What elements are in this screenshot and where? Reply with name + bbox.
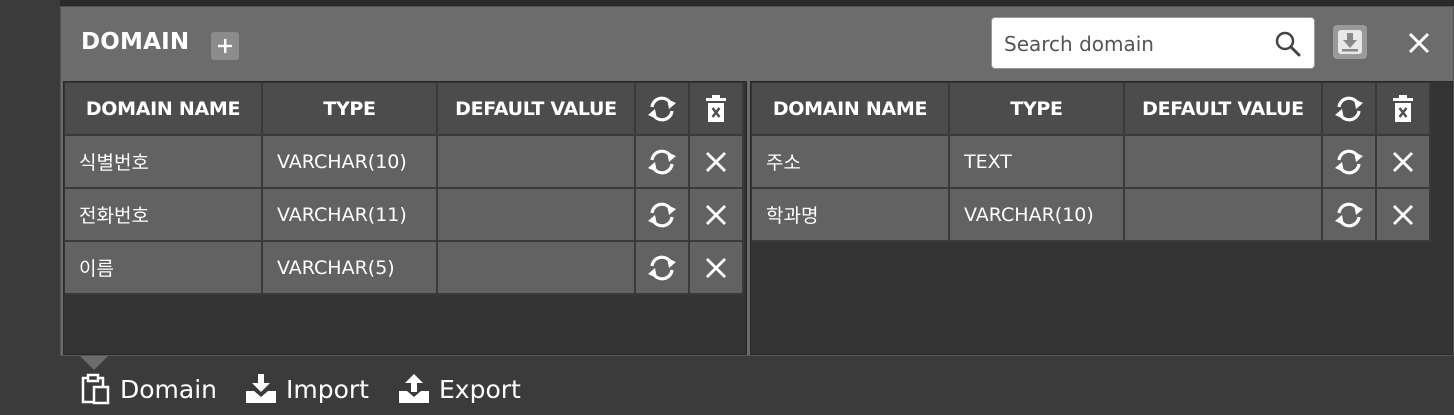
- cell-domain-name[interactable]: 이름: [65, 242, 263, 295]
- header-type[interactable]: TYPE: [950, 83, 1125, 136]
- table-header-row: DOMAIN NAME TYPE DEFAULT VALUE: [752, 83, 1431, 136]
- tab-domain[interactable]: Domain: [80, 372, 217, 406]
- tab-export-label: Export: [439, 374, 521, 404]
- refresh-icon: [648, 255, 676, 280]
- cell-domain-name[interactable]: 주소: [752, 136, 950, 189]
- row-refresh-button[interactable]: [636, 189, 690, 242]
- header-domain-name[interactable]: DOMAIN NAME: [752, 83, 950, 136]
- active-tab-caret: [80, 356, 108, 370]
- domain-table-right: DOMAIN NAME TYPE DEFAULT VALUE 주소 TEXT 학…: [750, 81, 1453, 355]
- cell-type[interactable]: VARCHAR(11): [263, 189, 438, 242]
- trash-icon: [706, 94, 726, 122]
- row-refresh-button[interactable]: [1323, 136, 1377, 189]
- delete-all-button[interactable]: [690, 83, 744, 136]
- cell-default-value[interactable]: [438, 189, 636, 242]
- tab-export[interactable]: Export: [397, 372, 521, 406]
- table-row[interactable]: 주소 TEXT: [752, 136, 1431, 189]
- cell-default-value[interactable]: [438, 136, 636, 189]
- panel-title: DOMAIN: [81, 29, 190, 55]
- refresh-icon: [1335, 202, 1363, 227]
- cell-type[interactable]: VARCHAR(5): [263, 242, 438, 295]
- cell-default-value[interactable]: [1125, 189, 1323, 242]
- cell-type[interactable]: VARCHAR(10): [950, 189, 1125, 242]
- cell-default-value[interactable]: [438, 242, 636, 295]
- table-row[interactable]: 이름 VARCHAR(5): [65, 242, 744, 295]
- left-rail: [0, 0, 60, 415]
- refresh-icon: [648, 96, 676, 121]
- search-box[interactable]: [991, 17, 1315, 70]
- import-icon: [246, 374, 276, 403]
- download-button[interactable]: [1333, 25, 1367, 59]
- domain-table-left: DOMAIN NAME TYPE DEFAULT VALUE 식별번호 VARC…: [63, 81, 747, 355]
- close-icon: [706, 204, 726, 225]
- download-icon: [1338, 30, 1362, 54]
- refresh-icon: [1335, 149, 1363, 174]
- refresh-all-button[interactable]: [636, 83, 690, 136]
- table-row[interactable]: 식별번호 VARCHAR(10): [65, 136, 744, 189]
- header-domain-name[interactable]: DOMAIN NAME: [65, 83, 263, 136]
- search-icon[interactable]: [1274, 30, 1302, 58]
- bottom-tab-bar: Domain Import Export: [60, 356, 1454, 415]
- close-icon: [706, 257, 726, 278]
- row-refresh-button[interactable]: [636, 136, 690, 189]
- domain-panel: DOMAIN DOMAIN NAME TYPE DEFAULT VALUE: [60, 6, 1454, 356]
- refresh-icon: [648, 149, 676, 174]
- plus-icon: [218, 39, 232, 53]
- row-delete-button[interactable]: [690, 136, 744, 189]
- close-icon: [1393, 204, 1413, 225]
- table-row[interactable]: 전화번호 VARCHAR(11): [65, 189, 744, 242]
- table-row[interactable]: 학과명 VARCHAR(10): [752, 189, 1431, 242]
- close-icon: [1393, 151, 1413, 172]
- delete-all-button[interactable]: [1377, 83, 1431, 136]
- search-input[interactable]: [1002, 18, 1266, 70]
- cell-domain-name[interactable]: 학과명: [752, 189, 950, 242]
- cell-type[interactable]: TEXT: [950, 136, 1125, 189]
- header-default-value[interactable]: DEFAULT VALUE: [1125, 83, 1323, 136]
- close-panel-button[interactable]: [1405, 29, 1433, 57]
- row-delete-button[interactable]: [1377, 136, 1431, 189]
- tab-import-label: Import: [286, 374, 369, 404]
- tab-domain-label: Domain: [120, 374, 218, 404]
- row-delete-button[interactable]: [690, 189, 744, 242]
- cell-domain-name[interactable]: 전화번호: [65, 189, 263, 242]
- header-default-value[interactable]: DEFAULT VALUE: [438, 83, 636, 136]
- cell-domain-name[interactable]: 식별번호: [65, 136, 263, 189]
- refresh-icon: [1335, 96, 1363, 121]
- tab-import[interactable]: Import: [244, 372, 369, 406]
- clipboard-icon: [81, 373, 110, 405]
- export-icon: [399, 374, 429, 403]
- trash-icon: [1393, 94, 1413, 122]
- table-header-row: DOMAIN NAME TYPE DEFAULT VALUE: [65, 83, 744, 136]
- add-domain-button[interactable]: [211, 32, 239, 60]
- row-refresh-button[interactable]: [636, 242, 690, 295]
- row-delete-button[interactable]: [1377, 189, 1431, 242]
- row-delete-button[interactable]: [690, 242, 744, 295]
- cell-type[interactable]: VARCHAR(10): [263, 136, 438, 189]
- close-icon: [706, 151, 726, 172]
- refresh-all-button[interactable]: [1323, 83, 1377, 136]
- row-refresh-button[interactable]: [1323, 189, 1377, 242]
- cell-default-value[interactable]: [1125, 136, 1323, 189]
- header-type[interactable]: TYPE: [263, 83, 438, 136]
- refresh-icon: [648, 202, 676, 227]
